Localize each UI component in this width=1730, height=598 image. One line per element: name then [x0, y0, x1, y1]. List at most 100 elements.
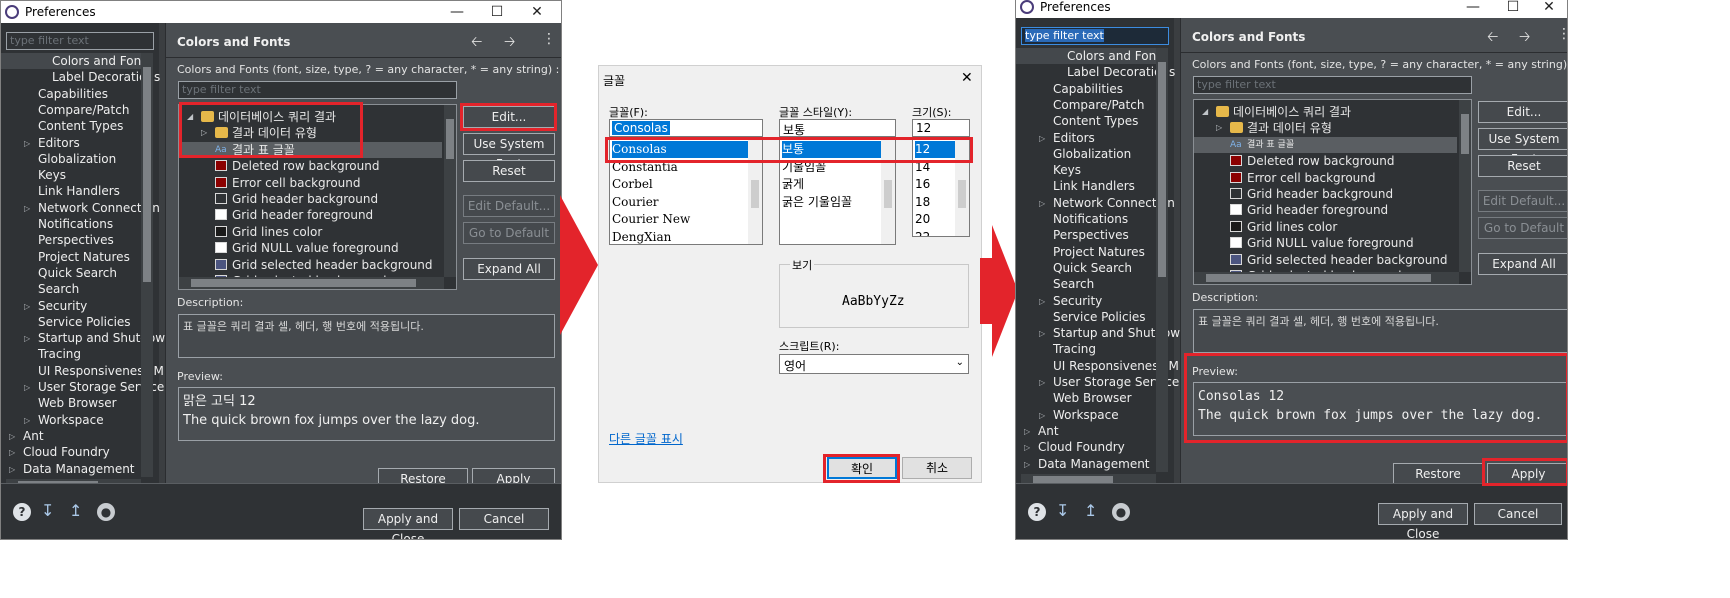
dialog-close-icon[interactable]: ✕ — [961, 70, 973, 86]
close-icon[interactable]: ✕ — [517, 1, 557, 23]
minimize-icon[interactable]: — — [437, 1, 477, 23]
option-item[interactable]: 기울임꼴 — [782, 159, 881, 176]
option-item[interactable]: 16 — [915, 176, 955, 193]
tree-item[interactable]: Quick Search — [1, 265, 141, 281]
import-icon[interactable]: ↧ — [1056, 501, 1069, 520]
list-item[interactable]: Grid NULL value foreground — [179, 240, 442, 256]
list-item[interactable]: Grid lines color — [1194, 219, 1457, 235]
go-to-default-button-2[interactable]: Go to Default — [1478, 217, 1567, 239]
tree-item[interactable]: ▷ Editors — [1, 135, 141, 151]
apply-and-close-button[interactable]: Apply and Close — [363, 508, 453, 539]
option-item[interactable]: Constantia — [612, 159, 748, 176]
list-horizontal-scrollbar[interactable] — [179, 277, 444, 289]
list-vertical-scrollbar[interactable] — [1459, 100, 1471, 272]
font-list[interactable]: Consolas Constantia Corbel Courier Courier N… — [609, 139, 763, 245]
oomph-icon[interactable]: ● — [1112, 503, 1130, 521]
tree-item[interactable]: Globalization — [1016, 146, 1156, 162]
export-icon[interactable]: ↥ — [1084, 501, 1097, 520]
font-cancel-button[interactable]: 취소 — [902, 457, 972, 479]
tree-item[interactable]: Quick Search — [1016, 260, 1156, 276]
collapse-twisty-icon[interactable]: ◢ — [1202, 104, 1208, 120]
list-item[interactable]: ▷ 결과 데이터 유형 — [1194, 120, 1457, 136]
tree-item[interactable]: ▷ Security — [1, 298, 141, 314]
option-item[interactable]: 18 — [915, 194, 955, 211]
style-list[interactable]: 보통 기울임꼴 굵게 굵은 기울임꼴 — [779, 139, 896, 245]
forward-arrow-icon[interactable]: 🡢 — [1519, 26, 1530, 50]
tree-item[interactable]: Tracing — [1, 346, 141, 362]
list-item[interactable]: Error cell background — [1194, 170, 1457, 186]
tree-item[interactable]: Project Natures — [1016, 244, 1156, 260]
list-item[interactable]: Grid selected header background — [179, 257, 442, 273]
list-item[interactable]: Grid header foreground — [179, 207, 442, 223]
colors-fonts-list-2[interactable]: ◢ 데이터베이스 쿼리 결과 ▷ 결과 데이터 유형 Aa 결과 표 글꼴 Deleted … — [1193, 99, 1472, 285]
option-item[interactable]: DengXian — [612, 229, 748, 245]
list-item[interactable]: Aa 결과 표 글꼴 — [179, 141, 442, 158]
tree-item[interactable]: Label Decorations — [1, 69, 160, 85]
tree-item[interactable]: ▷ Cloud Foundry — [1, 444, 141, 460]
tree-item[interactable]: ▷ Cloud Foundry — [1016, 439, 1156, 455]
tree-item[interactable]: Content Types — [1, 118, 141, 134]
tree-item[interactable]: Capabilities — [1016, 81, 1156, 97]
export-icon[interactable]: ↥ — [69, 501, 82, 520]
option-item[interactable]: Consolas — [612, 141, 748, 158]
tree-item[interactable]: ▷ Ant — [1, 428, 141, 444]
tree-item[interactable]: Search — [1, 281, 141, 297]
tree-item[interactable]: Colors and Fonts — [1016, 48, 1167, 64]
reset-button[interactable]: Reset — [463, 160, 555, 182]
tree-item[interactable]: Link Handlers — [1016, 178, 1156, 194]
tree-item[interactable]: Capabilities — [1, 86, 141, 102]
list-item[interactable]: Grid header background — [179, 191, 442, 207]
tree-item[interactable]: Compare/Patch — [1, 102, 141, 118]
reset-button-2[interactable]: Reset — [1478, 155, 1567, 177]
list-scrollbar[interactable] — [748, 140, 762, 244]
tree-item[interactable]: ▷ Network Connection — [1016, 195, 1175, 211]
help-icon[interactable]: ? — [13, 503, 31, 521]
tree-item[interactable]: Content Types — [1016, 113, 1156, 129]
back-arrow-icon[interactable]: 🡠 — [1487, 26, 1498, 50]
style-input[interactable]: 보통 — [779, 119, 896, 137]
tree-item[interactable]: ▷ User Storage Service — [1016, 374, 1179, 390]
tree-item[interactable]: Service Policies — [1016, 309, 1156, 325]
tree-item[interactable]: ▷ Security — [1016, 293, 1156, 309]
list-scrollbar[interactable] — [955, 140, 969, 236]
expand-twisty-icon[interactable]: ▷ — [24, 331, 30, 347]
use-system-font-button-2[interactable]: Use System Font — [1478, 128, 1567, 166]
tree-item[interactable]: Project Natures — [1, 249, 141, 265]
expand-twisty-icon[interactable]: ▷ — [1039, 131, 1045, 147]
ok-button[interactable]: 확인 — [827, 457, 897, 479]
list-horizontal-scrollbar[interactable] — [1194, 272, 1459, 284]
option-item[interactable]: 20 — [915, 211, 955, 228]
close-icon[interactable]: ✕ — [1529, 0, 1567, 18]
list-item[interactable]: Deleted row background — [1194, 153, 1457, 169]
view-menu-icon[interactable]: ⋮ — [542, 31, 556, 47]
script-select[interactable]: 영어 ⌄ — [779, 354, 969, 374]
tree-item[interactable]: ▷ User Storage Service — [1, 379, 164, 395]
size-input[interactable]: 12 — [912, 119, 970, 137]
tree-item[interactable]: UI Responsiveness M — [1, 363, 164, 379]
option-item[interactable]: 12 — [915, 141, 955, 158]
tree-item[interactable]: Colors and Fonts — [1, 53, 152, 69]
cancel-button[interactable]: Cancel — [459, 508, 549, 530]
option-item[interactable]: 보통 — [782, 141, 881, 158]
tree-item[interactable]: UI Responsiveness M — [1016, 358, 1179, 374]
list-item[interactable]: Error cell background — [179, 175, 442, 191]
tree-item[interactable]: Notifications — [1016, 211, 1156, 227]
tree-item[interactable]: Keys — [1016, 162, 1156, 178]
edit-button-2[interactable]: Edit... — [1478, 101, 1567, 123]
expand-twisty-icon[interactable]: ▷ — [201, 125, 207, 141]
option-item[interactable]: 22 — [915, 229, 955, 237]
tree-item[interactable]: Search — [1016, 276, 1156, 292]
minimize-icon[interactable]: — — [1453, 0, 1493, 18]
use-system-font-button[interactable]: Use System Font — [463, 133, 555, 171]
import-icon[interactable]: ↧ — [41, 501, 54, 520]
apply-button-2[interactable]: Apply — [1487, 463, 1567, 485]
list-item[interactable]: Grid selected header background — [1194, 252, 1457, 268]
list-item[interactable]: Deleted row background — [179, 158, 442, 174]
expand-twisty-icon[interactable]: ▷ — [1039, 326, 1045, 342]
edit-button[interactable]: Edit... — [463, 106, 555, 128]
colors-fonts-list[interactable]: ◢ 데이터베이스 쿼리 결과 ▷ 결과 데이터 유형 Aa 결과 표 글꼴 Deleted … — [178, 104, 457, 290]
tree-item[interactable]: Globalization — [1, 151, 141, 167]
option-item[interactable]: 14 — [915, 159, 955, 176]
tree-vertical-scrollbar[interactable] — [141, 53, 153, 477]
page-filter-input-2[interactable]: type filter text — [1193, 76, 1472, 94]
